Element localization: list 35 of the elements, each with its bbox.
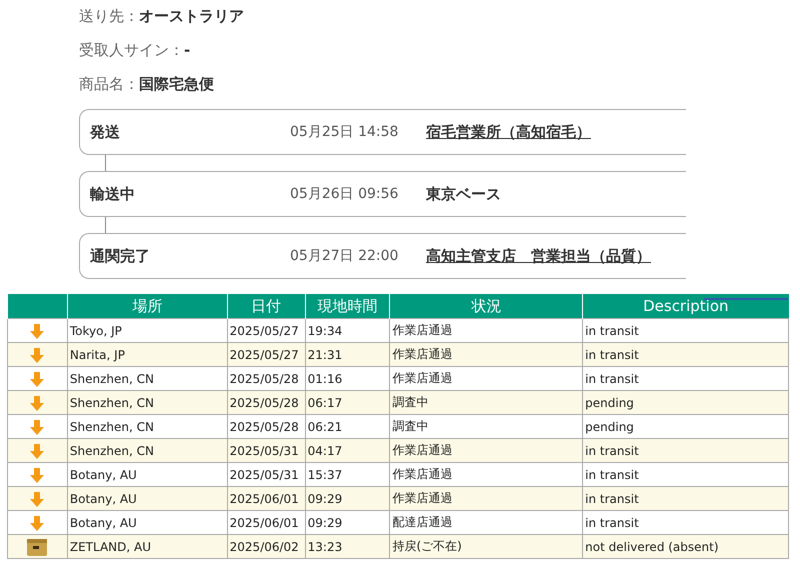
info-line: 送り先：オーストラリア [79, 6, 245, 27]
status-label: 発送 [88, 122, 121, 142]
info-line: 受取人サイン：- [79, 40, 192, 61]
table-cell: not delivered (absent) [582, 534, 788, 558]
table-cell: Tokyo, JP [67, 318, 228, 342]
package-icon [27, 538, 48, 556]
down-arrow-icon [30, 444, 44, 460]
column-header: 場所 [67, 294, 228, 318]
down-arrow-icon [30, 420, 44, 436]
column-header: 日付 [227, 294, 306, 318]
status-label: 通関完了 [89, 246, 151, 266]
timestamp: 05月26日 09:56 [290, 185, 400, 203]
table-cell: 作業店通過 [390, 318, 583, 342]
location-link[interactable]: 宿毛営業所（高知宿毛） [426, 122, 591, 142]
column-header: 現地時間 [305, 294, 390, 318]
location-label: 東京ベース [426, 184, 501, 204]
down-arrow-icon [30, 372, 44, 388]
down-arrow-icon [30, 324, 44, 340]
timestamp: 05月25日 14:58 [290, 123, 400, 141]
down-arrow-icon [30, 468, 44, 484]
down-arrow-icon [30, 348, 44, 364]
table-cell: ZETLAND, AU [67, 534, 228, 558]
column-header: Description [582, 294, 788, 318]
info-line: 商品名：国際宅急便 [79, 74, 215, 95]
timestamp: 05月27日 22:00 [290, 247, 400, 265]
location-link[interactable]: 高知主管支店 営業担当（品質） [426, 246, 651, 266]
down-arrow-icon [30, 516, 44, 532]
down-arrow-icon [30, 396, 44, 412]
table-cell: 持戻(ご不在) [390, 534, 583, 558]
down-arrow-icon [30, 492, 44, 508]
table-cell: in transit [582, 318, 788, 342]
status-label: 輸送中 [89, 184, 136, 204]
column-header: 状況 [390, 294, 583, 318]
table-cell: 13:23 [305, 534, 390, 558]
table-cell: 2025/06/02 [227, 534, 306, 558]
